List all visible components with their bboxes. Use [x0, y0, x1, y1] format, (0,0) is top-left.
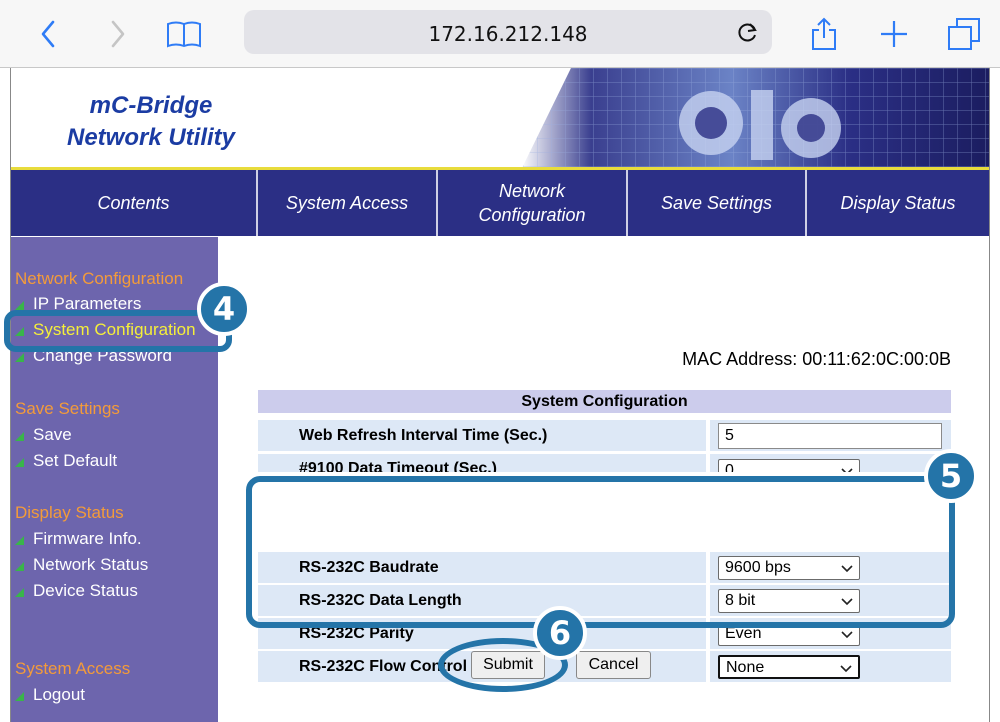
row-value-cell: 0	[710, 454, 951, 472]
chevron-down-icon	[840, 664, 852, 672]
select-value: 0	[725, 462, 734, 472]
chevron-down-icon	[841, 630, 853, 638]
row-value-cell: None	[710, 651, 951, 682]
flow-control-select[interactable]: None	[718, 654, 860, 679]
bullet-icon	[15, 691, 24, 701]
sidebar-item-set-default[interactable]: Set Default	[15, 451, 117, 471]
sidebar-heading-display-status: Display Status	[15, 503, 124, 522]
nav-network-configuration[interactable]: Network Configuration	[438, 170, 628, 236]
sidebar-item-device-status[interactable]: Device Status	[15, 581, 138, 601]
bullet-icon	[15, 587, 24, 597]
sidebar-heading-system-access: System Access	[15, 659, 131, 678]
callout-badge-step-4: 4	[197, 282, 251, 336]
logo-line-2: Network Utility	[66, 124, 236, 151]
sidebar-item-logout[interactable]: Logout	[15, 685, 85, 705]
sidebar-item-label: Device Status	[33, 581, 138, 600]
sidebar-item-label: Network Status	[33, 555, 149, 574]
sidebar-item-label: Set Default	[33, 451, 118, 470]
nav-display-status[interactable]: Display Status	[807, 170, 989, 236]
select-value: None	[726, 658, 765, 676]
nav-save-settings[interactable]: Save Settings	[628, 170, 807, 236]
callout-badge-step-5: 5	[924, 449, 978, 503]
callout-badge-step-6: 6	[533, 606, 587, 660]
banner-graphic	[522, 68, 989, 167]
url-text: 172.16.212.148	[428, 22, 588, 46]
sidebar-heading-save-settings: Save Settings	[15, 399, 120, 418]
bullet-icon	[15, 561, 24, 571]
web-refresh-interval-input[interactable]: 5	[718, 422, 942, 449]
forward-icon[interactable]	[98, 14, 138, 54]
address-bar[interactable]: 172.16.212.148	[244, 10, 772, 54]
row-value-cell: 5	[710, 420, 951, 451]
sidebar-item-label: Save	[33, 425, 72, 444]
chevron-down-icon	[841, 468, 853, 472]
bullet-icon	[15, 300, 24, 310]
bookmarks-icon[interactable]	[164, 14, 204, 54]
data-timeout-select[interactable]: 0	[718, 459, 860, 472]
app-logo: mC-Bridge Network Utility	[51, 90, 251, 154]
bullet-icon	[15, 535, 24, 545]
bullet-icon	[15, 352, 24, 362]
back-icon[interactable]	[28, 14, 68, 54]
main-nav: Contents System Access Network Configura…	[11, 170, 989, 237]
mac-address: MAC Address: 00:11:62:0C:00:0B	[682, 349, 951, 369]
table-row: #9100 Data Timeout (Sec.) 0	[258, 454, 951, 472]
sidebar-item-network-status[interactable]: Network Status	[15, 555, 148, 575]
row-label: Web Refresh Interval Time (Sec.)	[258, 420, 706, 451]
row-label: #9100 Data Timeout (Sec.)	[258, 454, 706, 472]
logo-line-1: mC-Bridge	[89, 92, 213, 119]
bullet-icon	[15, 457, 24, 467]
browser-toolbar: 172.16.212.148	[0, 0, 1000, 68]
tabs-icon[interactable]	[944, 14, 984, 54]
table-title: System Configuration	[258, 390, 951, 413]
nav-system-access[interactable]: System Access	[258, 170, 438, 236]
system-configuration-table: System Configuration Web Refresh Interva…	[258, 390, 951, 682]
bullet-icon	[15, 431, 24, 441]
sidebar-item-firmware-info[interactable]: Firmware Info.	[15, 529, 142, 549]
sidebar-item-save[interactable]: Save	[15, 425, 72, 445]
cancel-button[interactable]: Cancel	[576, 651, 651, 679]
sidebar-heading-network-configuration: Network Configuration	[15, 269, 184, 288]
sidebar-item-label: Firmware Info.	[33, 529, 142, 548]
table-row: Web Refresh Interval Time (Sec.) 5	[258, 420, 951, 451]
reload-icon[interactable]	[736, 20, 760, 49]
banner: mC-Bridge Network Utility	[11, 68, 989, 170]
nav-contents[interactable]: Contents	[11, 170, 258, 236]
callout-ring-step-5	[246, 476, 955, 628]
share-icon[interactable]	[804, 14, 844, 54]
sidebar-item-label: Logout	[33, 685, 85, 704]
new-tab-icon[interactable]	[874, 14, 914, 54]
